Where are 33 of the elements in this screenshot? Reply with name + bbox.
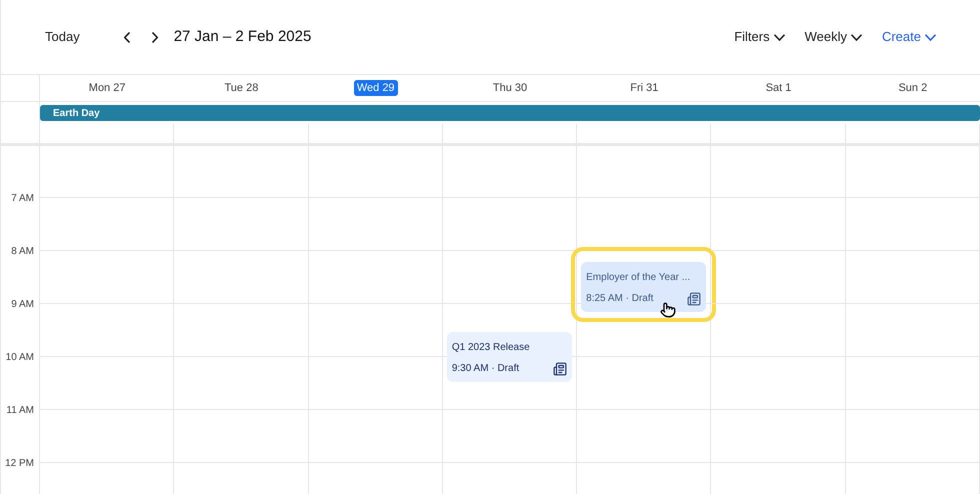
hour-label: 10 AM: [6, 351, 34, 365]
chevron-down-icon: [850, 34, 862, 40]
event-card[interactable]: Q1 2023 Release 9:30 AM · Draft: [446, 332, 572, 382]
event-title: Q1 2023 Release: [452, 341, 531, 355]
chevron-right-icon[interactable]: [152, 32, 158, 42]
hour-label: 8 AM: [11, 245, 34, 259]
chevron-down-icon: [774, 34, 785, 40]
day-header[interactable]: Fri 31: [630, 80, 658, 96]
date-range: 27 Jan – 2 Feb 2025: [174, 26, 312, 47]
hour-label: 12 PM: [5, 457, 34, 471]
newspaper-icon: [687, 292, 702, 306]
create-dropdown[interactable]: Create: [882, 27, 936, 47]
chevron-down-icon: [925, 34, 936, 40]
day-header[interactable]: Mon 27: [88, 80, 126, 96]
newspaper-icon: [553, 362, 568, 376]
hand-cursor-icon: [660, 302, 676, 318]
today-button[interactable]: Today: [45, 27, 80, 47]
event-title: Employer of the Year ...: [586, 271, 692, 285]
event-time: 8:25 AM · Draft: [586, 292, 654, 306]
hour-label: 11 AM: [6, 404, 34, 418]
chevron-left-icon[interactable]: [124, 32, 130, 42]
hour-label: 9 AM: [11, 298, 34, 312]
day-header[interactable]: Tue 28: [224, 80, 258, 96]
day-header[interactable]: Sun 2: [898, 80, 928, 96]
day-header[interactable]: Thu 30: [492, 80, 528, 96]
all-day-event[interactable]: Earth Day: [40, 105, 980, 121]
event-card[interactable]: Employer of the Year ... 8:25 AM · Draft: [581, 262, 706, 312]
hour-label: 7 AM: [11, 192, 34, 206]
day-header[interactable]: Sat 1: [766, 80, 792, 96]
event-time: 9:30 AM · Draft: [452, 362, 520, 376]
day-header[interactable]: Wed 29: [354, 80, 398, 96]
filters-dropdown[interactable]: Filters: [734, 27, 785, 47]
view-dropdown[interactable]: Weekly: [804, 27, 862, 47]
